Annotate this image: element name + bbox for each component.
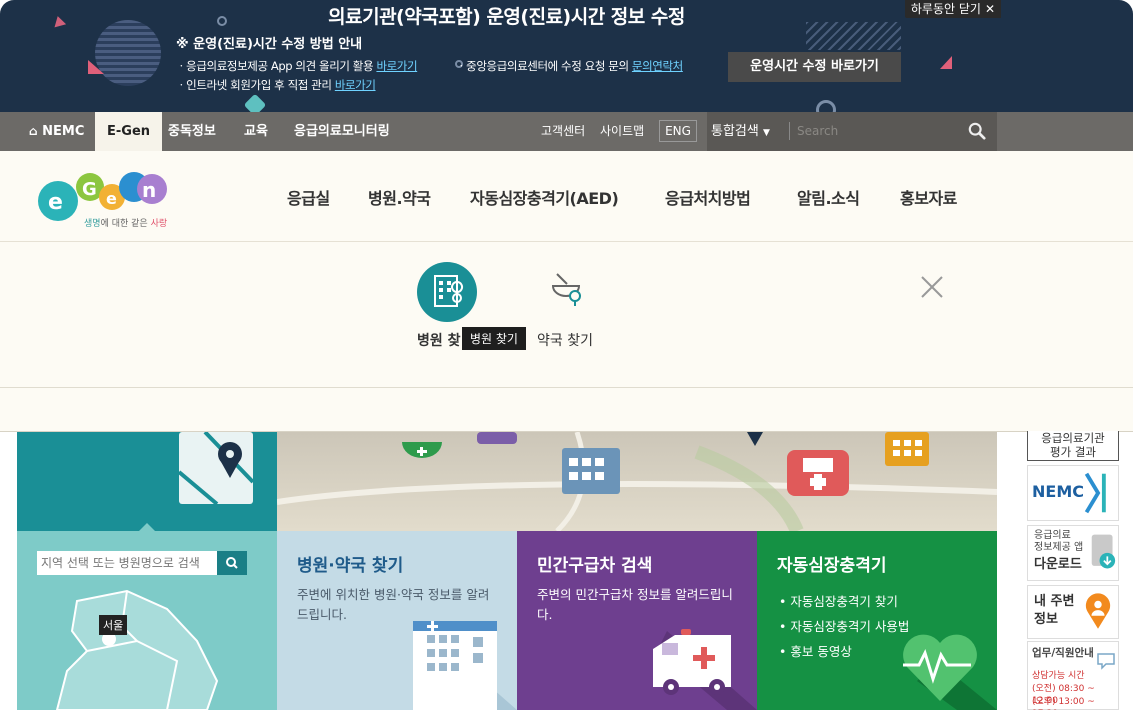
caret-down-icon: ▼ bbox=[762, 128, 770, 138]
intranet-link[interactable]: 바로가기 bbox=[335, 78, 376, 92]
pharmacy-mortar-icon[interactable] bbox=[545, 268, 589, 312]
svg-text:e: e bbox=[106, 189, 117, 208]
gnb-emergency-room[interactable]: 응급실 bbox=[287, 185, 330, 209]
svg-text:G: G bbox=[82, 179, 97, 200]
nearby-info-link[interactable]: 내 주변 정보 bbox=[1027, 585, 1119, 639]
banner-line-intranet: ㆍ인트라넷 회원가입 후 직접 관리 바로가기 bbox=[176, 78, 376, 92]
download-icon bbox=[1091, 534, 1116, 569]
region-search-card: 서울 bbox=[17, 531, 277, 710]
nav-poison[interactable]: 중독정보 bbox=[168, 112, 216, 151]
customer-center-link[interactable]: 고객센터 bbox=[541, 112, 585, 151]
hospital-building-icon bbox=[434, 275, 464, 307]
divider bbox=[789, 122, 790, 140]
location-person-icon bbox=[1085, 593, 1111, 629]
map-roads-decoration bbox=[277, 432, 997, 531]
close-icon: ✕ bbox=[984, 2, 995, 16]
hospital-pharmacy-card[interactable]: 병원·약국 찾기 주변에 위치한 병원·약국 정보를 알려드립니다. bbox=[277, 531, 517, 710]
app-download-link[interactable]: 응급의료 정보제공 앱 다운로드 bbox=[1027, 525, 1119, 581]
eng-button[interactable]: ENG bbox=[659, 120, 697, 142]
region-search-button[interactable] bbox=[217, 551, 247, 575]
divider bbox=[0, 387, 1133, 388]
nav-home-nemc[interactable]: ⌂ NEMC bbox=[29, 112, 84, 151]
home-icon: ⌂ bbox=[29, 124, 38, 138]
decorative-ring bbox=[816, 100, 836, 112]
gnb-hospital-pharmacy[interactable]: 병원.약국 bbox=[368, 185, 431, 209]
contact-link[interactable]: 문의연락처 bbox=[632, 59, 683, 73]
chat-bubble-icon bbox=[1097, 653, 1115, 670]
gnb-news[interactable]: 알림.소식 bbox=[797, 185, 860, 209]
banner-line-app: ㆍ응급의료정보제공 App 의견 올리기 활용 바로가기 bbox=[176, 59, 418, 73]
svg-text:n: n bbox=[142, 178, 156, 202]
nav-monitoring[interactable]: 응급의료모니터링 bbox=[294, 112, 390, 151]
hospital-finder-label[interactable]: 병원 찾 bbox=[417, 330, 461, 350]
banner-line-center: ㆍ중앙응급의료센터에 수정 요청 문의 문의연락처 bbox=[456, 59, 683, 73]
close-icon[interactable] bbox=[919, 274, 945, 300]
svg-text:e: e bbox=[48, 190, 63, 215]
staff-guide-link[interactable]: 업무/직원안내 상담가능 시간 (오전) 08:30 ~ 12:00 (오후) … bbox=[1027, 641, 1119, 710]
heart-pulse-icon bbox=[903, 634, 997, 710]
logo-tagline: 생명에 대한 같은 사랑 bbox=[84, 219, 168, 229]
search-icon[interactable] bbox=[968, 122, 986, 140]
gnb-aed[interactable]: 자동심장충격기(AED) bbox=[470, 185, 619, 209]
banner-subtitle: ※ 운영(진료)시간 수정 방법 안내 bbox=[176, 37, 363, 52]
pharmacy-finder-label[interactable]: 약국 찾기 bbox=[537, 330, 593, 350]
aed-card: 자동심장충격기 자동심장충격기 찾기 자동심장충격기 사용법 홍보 동영상 bbox=[757, 531, 997, 710]
region-search-input[interactable] bbox=[37, 551, 217, 575]
banner-title: 의료기관(약국포함) 운영(진료)시간 정보 수정 bbox=[328, 6, 685, 28]
decorative-triangle bbox=[88, 60, 104, 74]
seoul-region-label[interactable]: 서울 bbox=[99, 615, 128, 635]
search-input[interactable] bbox=[797, 120, 957, 142]
evaluation-results-link[interactable]: 응급의료기관 평가 결과 bbox=[1027, 431, 1119, 461]
edit-hours-button[interactable]: 운영시간 수정 바로가기 bbox=[728, 52, 901, 82]
sitemap-link[interactable]: 사이트맵 bbox=[600, 112, 644, 151]
search-icon bbox=[226, 557, 238, 569]
map-tile[interactable] bbox=[17, 430, 277, 531]
ambulance-icon bbox=[653, 629, 757, 710]
hospital-finder-tooltip: 병원 찾기 bbox=[462, 327, 526, 350]
hospital-finder-button[interactable] bbox=[417, 262, 477, 322]
gnb-promotion[interactable]: 홍보자료 bbox=[900, 185, 957, 209]
search-bar: 통합검색 ▼ bbox=[707, 112, 997, 151]
hospital-building-icon bbox=[413, 621, 517, 710]
decorative-triangle bbox=[940, 56, 952, 69]
nav-education[interactable]: 교육 bbox=[244, 112, 268, 151]
notice-banner: 의료기관(약국포함) 운영(진료)시간 정보 수정 ※ 운영(진료)시간 수정 … bbox=[0, 0, 1133, 112]
decorative-shape bbox=[243, 93, 267, 112]
search-scope-dropdown[interactable]: 통합검색 ▼ bbox=[711, 112, 770, 151]
nav-egen[interactable]: E-Gen bbox=[95, 112, 163, 151]
ambulance-search-card[interactable]: 민간구급차 검색 주변의 민간구급차 정보를 알려드립니다. bbox=[517, 531, 757, 710]
map-background bbox=[277, 432, 997, 531]
decorative-circle bbox=[95, 20, 161, 86]
app-feedback-link[interactable]: 바로가기 bbox=[376, 59, 417, 73]
gnb-first-aid[interactable]: 응급처치방법 bbox=[665, 185, 751, 209]
map-pin-icon bbox=[139, 430, 255, 531]
nemc-link[interactable]: NEMC bbox=[1027, 465, 1119, 521]
close-today-button[interactable]: 하루동안 닫기 ✕ bbox=[904, 0, 1001, 18]
